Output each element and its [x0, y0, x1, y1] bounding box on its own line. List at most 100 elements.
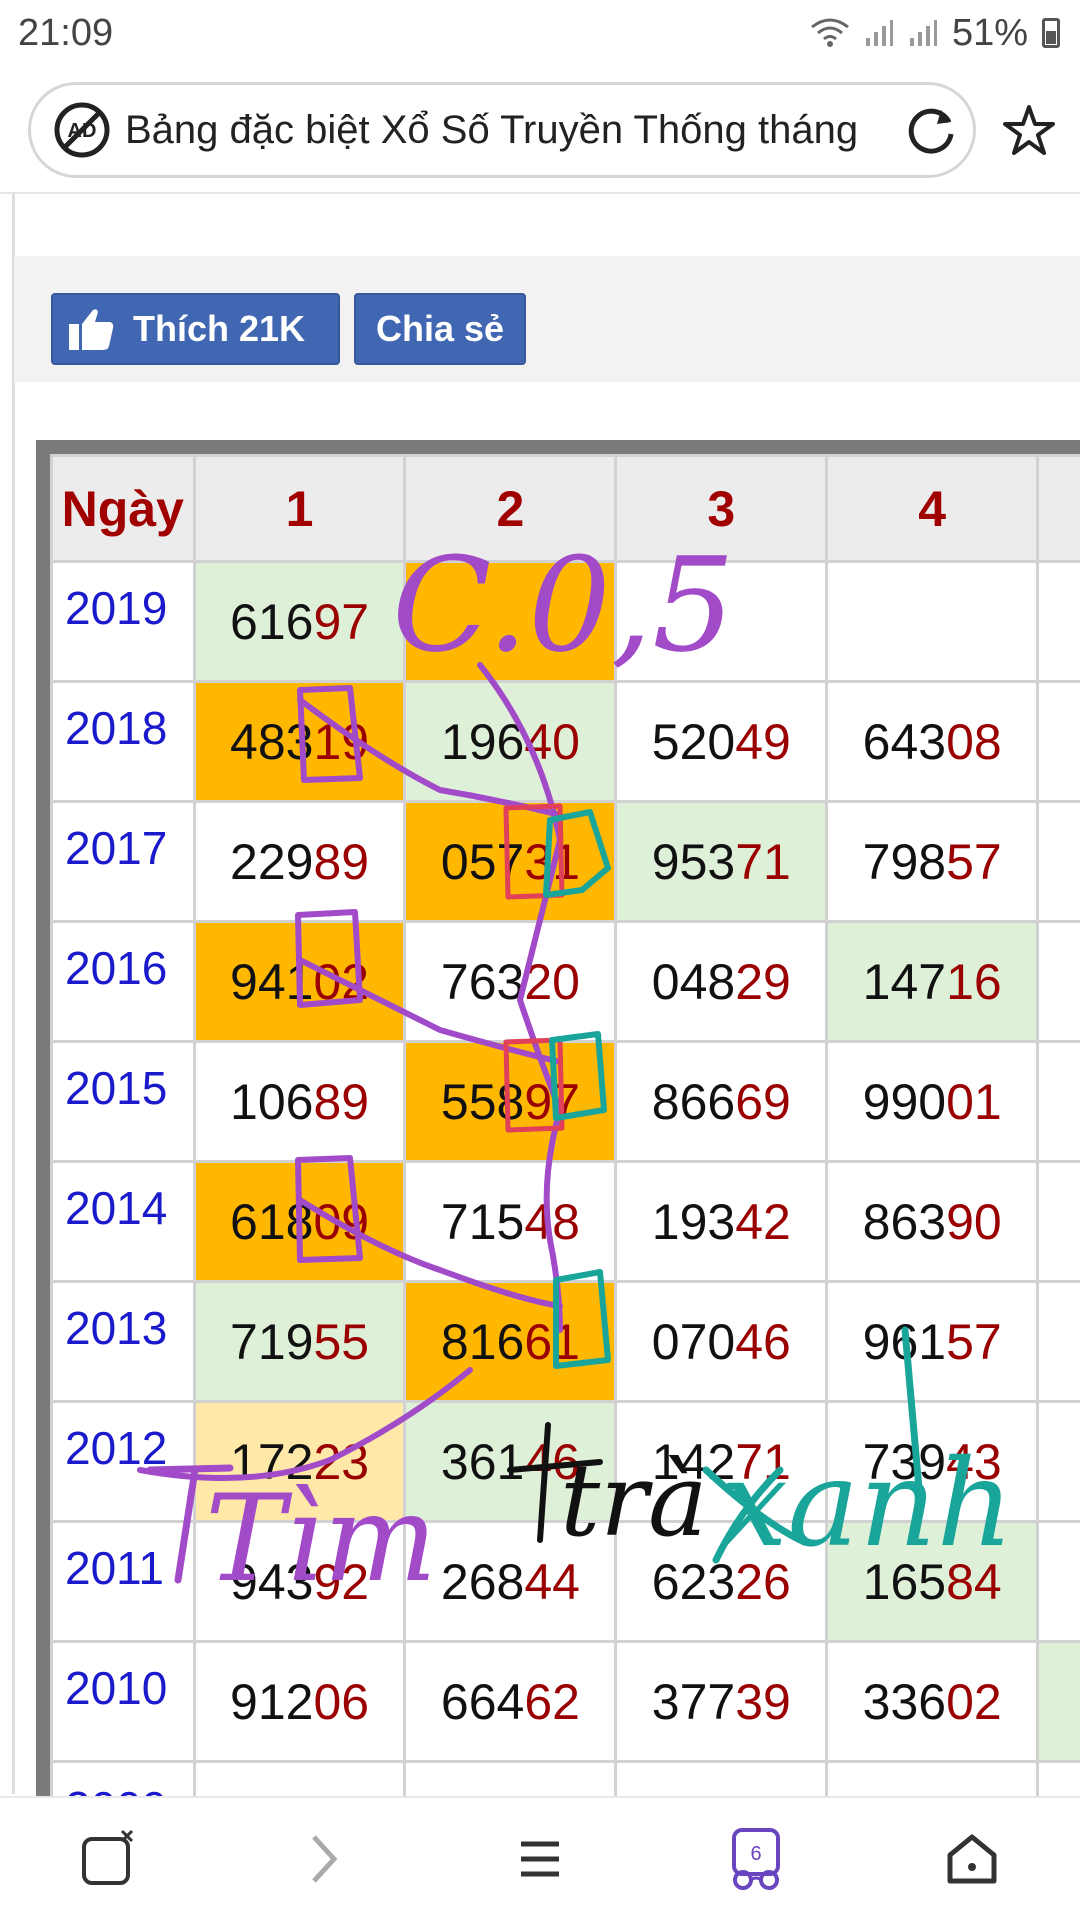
result-head-digits: 618: [230, 1193, 314, 1250]
result-cell: [614, 560, 829, 683]
share-button[interactable]: Chia sẻ: [354, 293, 526, 365]
table-row: 2011943922684462326165840: [50, 1520, 1080, 1643]
table-row: 2018483191964052049643089: [50, 680, 1080, 803]
star-icon[interactable]: [1001, 103, 1057, 159]
result-head-digits: 048: [651, 953, 736, 1010]
result-head-digits: 196: [440, 713, 525, 770]
year-link[interactable]: 2019: [50, 560, 196, 683]
address-bar[interactable]: AD Bảng đặc biệt Xổ Số Truyền Thống thán…: [28, 82, 976, 178]
year-link[interactable]: 2015: [50, 1040, 196, 1163]
year-link[interactable]: 2013: [50, 1280, 196, 1403]
menu-icon[interactable]: [515, 1834, 565, 1884]
result-cell: 0: [1036, 1520, 1080, 1643]
result-tail-digits: 46: [735, 1313, 791, 1370]
result-tail-digits: 19: [313, 713, 370, 770]
result-tail-digits: 55: [313, 1313, 370, 1370]
result-head-digits: 106: [230, 1073, 314, 1130]
table-row: 2013719558166107046961573: [50, 1280, 1080, 1403]
table-row: 2014618097154819342863908: [50, 1160, 1080, 1283]
result-cell: 64308: [825, 680, 1040, 803]
result-head-digits: 866: [651, 1073, 736, 1130]
result-cell: 99001: [825, 1040, 1040, 1163]
result-tail-digits: 01: [946, 1073, 1002, 1130]
result-tail-digits: 84: [946, 1553, 1002, 1610]
result-cell: 17223: [192, 1400, 407, 1523]
chevron-right-icon[interactable]: [304, 1831, 344, 1887]
result-head-digits: 763: [440, 953, 525, 1010]
result-cell: 81661: [403, 1280, 618, 1403]
home-icon[interactable]: [944, 1831, 1000, 1887]
table-row: 2009: [50, 1760, 1080, 1796]
table-row: 2012172233614614271739432: [50, 1400, 1080, 1523]
new-tab-button[interactable]: [63, 1814, 153, 1904]
result-cell: 61697: [192, 560, 407, 683]
result-head-digits: 147: [862, 953, 947, 1010]
result-tail-digits: 71: [735, 833, 791, 890]
header-col: 4: [825, 454, 1040, 563]
result-cell: 14271: [614, 1400, 829, 1523]
result-head-digits: 961: [862, 1313, 947, 1370]
year-link[interactable]: 2011: [50, 1520, 196, 1643]
tabs-button[interactable]: 6: [711, 1814, 801, 1904]
year-link[interactable]: 2012: [50, 1400, 196, 1523]
result-cell: 04829: [614, 920, 829, 1043]
bottom-navigation: 6: [0, 1796, 1080, 1920]
ad-block-icon[interactable]: AD: [53, 101, 111, 159]
bookmark-star-button[interactable]: [994, 96, 1064, 166]
year-link[interactable]: 2010: [50, 1640, 196, 1763]
result-cell: 7: [1036, 1640, 1080, 1763]
result-cell: [192, 1760, 407, 1796]
results-table-container[interactable]: Ngày 1 2 3 4 2019 61697 2018 48319 19640 5204…: [36, 440, 1080, 1796]
menu-button[interactable]: [495, 1814, 585, 1904]
forward-button[interactable]: [279, 1814, 369, 1904]
reload-icon[interactable]: [903, 102, 959, 158]
page-title[interactable]: Bảng đặc biệt Xổ Số Truyền Thống tháng: [125, 108, 903, 153]
result-cell: 86390: [825, 1160, 1040, 1283]
result-tail-digits: 89: [313, 833, 370, 890]
new-tab-icon[interactable]: [78, 1829, 138, 1889]
result-cell: 91206: [192, 1640, 407, 1763]
result-cell: 3: [1036, 1280, 1080, 1403]
battery-percent: 51%: [951, 11, 1028, 54]
year-link[interactable]: 2018: [50, 680, 196, 803]
result-head-digits: 739: [862, 1433, 947, 1490]
year-link[interactable]: 2009: [50, 1760, 196, 1796]
incognito-tabs-icon[interactable]: 6: [721, 1824, 791, 1894]
result-cell: 2: [1036, 920, 1080, 1043]
result-cell: 95371: [614, 800, 829, 923]
result-tail-digits: 23: [313, 1433, 370, 1490]
table-row: 2015106895589786669990014: [50, 1040, 1080, 1163]
result-cell: 86669: [614, 1040, 829, 1163]
result-cell: 55897: [403, 1040, 618, 1163]
table-header-row: Ngày 1 2 3 4: [50, 454, 1080, 563]
like-button[interactable]: Thích 21K: [51, 293, 340, 365]
result-head-digits: 268: [440, 1553, 525, 1610]
year-link[interactable]: 2014: [50, 1160, 196, 1283]
result-tail-digits: 57: [946, 833, 1002, 890]
result-cell: 66462: [403, 1640, 618, 1763]
home-button[interactable]: [927, 1814, 1017, 1904]
result-head-digits: 616: [230, 593, 314, 650]
result-head-digits: 715: [440, 1193, 525, 1250]
result-head-digits: 643: [862, 713, 947, 770]
result-cell: [403, 560, 618, 683]
wifi-icon: [811, 18, 849, 47]
result-head-digits: 664: [440, 1673, 525, 1730]
year-link[interactable]: 2016: [50, 920, 196, 1043]
result-cell: 8: [1036, 1160, 1080, 1283]
result-tail-digits: 61: [524, 1313, 580, 1370]
result-head-digits: 193: [651, 1193, 736, 1250]
table-row: 2019 61697: [50, 560, 1080, 683]
result-cell: 26844: [403, 1520, 618, 1643]
result-head-digits: 057: [440, 833, 525, 890]
result-head-digits: 990: [862, 1073, 947, 1130]
result-cell: 73943: [825, 1400, 1040, 1523]
result-cell: 37739: [614, 1640, 829, 1763]
result-cell: 7: [1036, 800, 1080, 923]
result-head-digits: 172: [230, 1433, 314, 1490]
result-cell: 61809: [192, 1160, 407, 1283]
result-tail-digits: 49: [735, 713, 791, 770]
year-link[interactable]: 2017: [50, 800, 196, 923]
result-tail-digits: 08: [946, 713, 1002, 770]
result-head-digits: 336: [862, 1673, 947, 1730]
